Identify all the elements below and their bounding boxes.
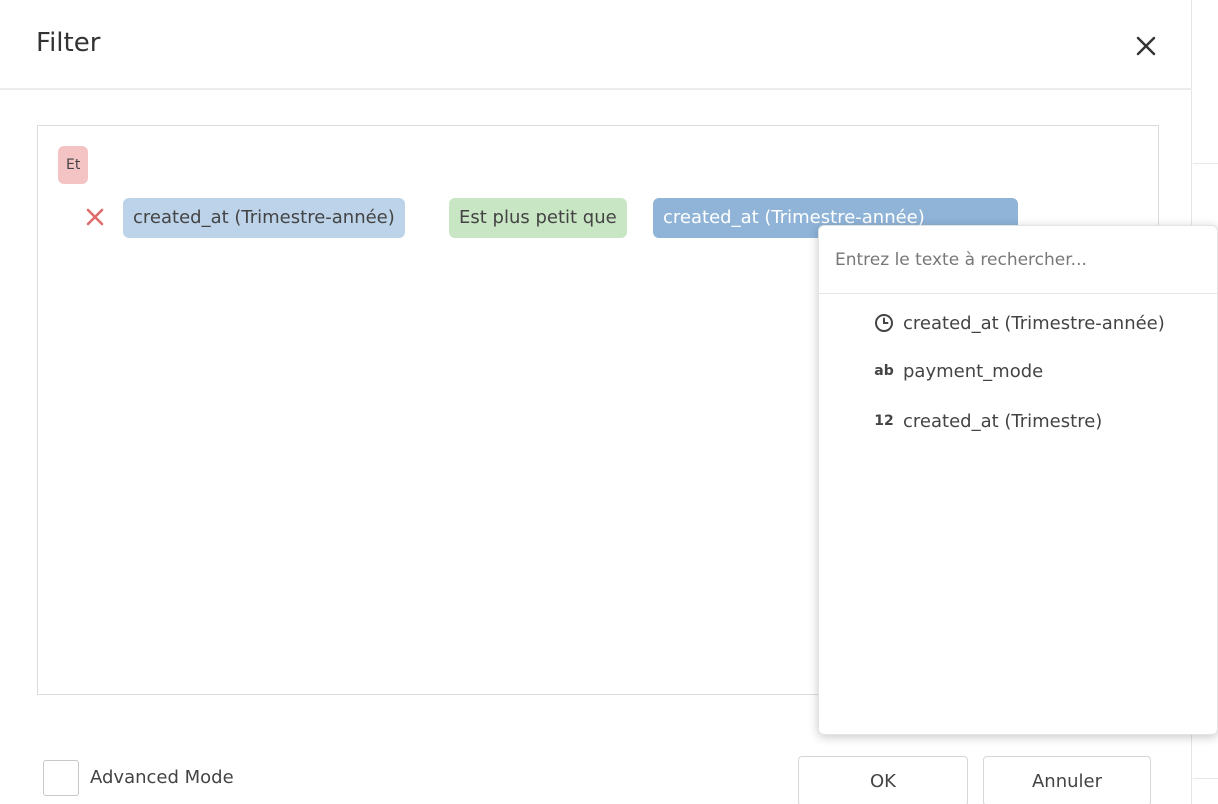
number-type-icon: 12 <box>874 413 894 429</box>
text-type-icon: ab <box>874 363 894 379</box>
advanced-mode-checkbox[interactable] <box>43 760 79 796</box>
condition-field-tag[interactable]: created_at (Trimestre-année) <box>123 198 405 238</box>
ok-button[interactable]: OK <box>798 756 968 804</box>
advanced-mode-label: Advanced Mode <box>90 767 234 788</box>
close-button[interactable] <box>1128 28 1164 64</box>
clock-icon <box>871 313 897 333</box>
dropdown-item-payment-mode[interactable]: ab payment_mode <box>871 351 1215 391</box>
remove-condition-button[interactable] <box>82 204 108 230</box>
dialog-header: Filter <box>0 0 1192 90</box>
group-operator-tag[interactable]: Et <box>58 146 89 184</box>
background-divider <box>1193 778 1218 779</box>
condition-operator-tag[interactable]: Est plus petit que <box>449 198 627 238</box>
dropdown-item-created-at-quarter-year[interactable]: created_at (Trimestre-année) <box>871 303 1215 343</box>
close-icon <box>86 208 104 226</box>
dialog-title: Filter <box>36 28 101 58</box>
close-icon <box>1136 36 1156 56</box>
dropdown-item-created-at-quarter[interactable]: 12 created_at (Trimestre) <box>871 401 1215 441</box>
background-divider <box>1193 163 1218 164</box>
search-input[interactable] <box>819 226 1217 294</box>
dropdown-item-label: created_at (Trimestre) <box>903 410 1103 432</box>
dropdown-item-label: payment_mode <box>903 360 1044 382</box>
field-dropdown: created_at (Trimestre-année) ab payment_… <box>818 225 1218 735</box>
cancel-button[interactable]: Annuler <box>983 756 1151 804</box>
dropdown-item-label: created_at (Trimestre-année) <box>903 312 1165 334</box>
